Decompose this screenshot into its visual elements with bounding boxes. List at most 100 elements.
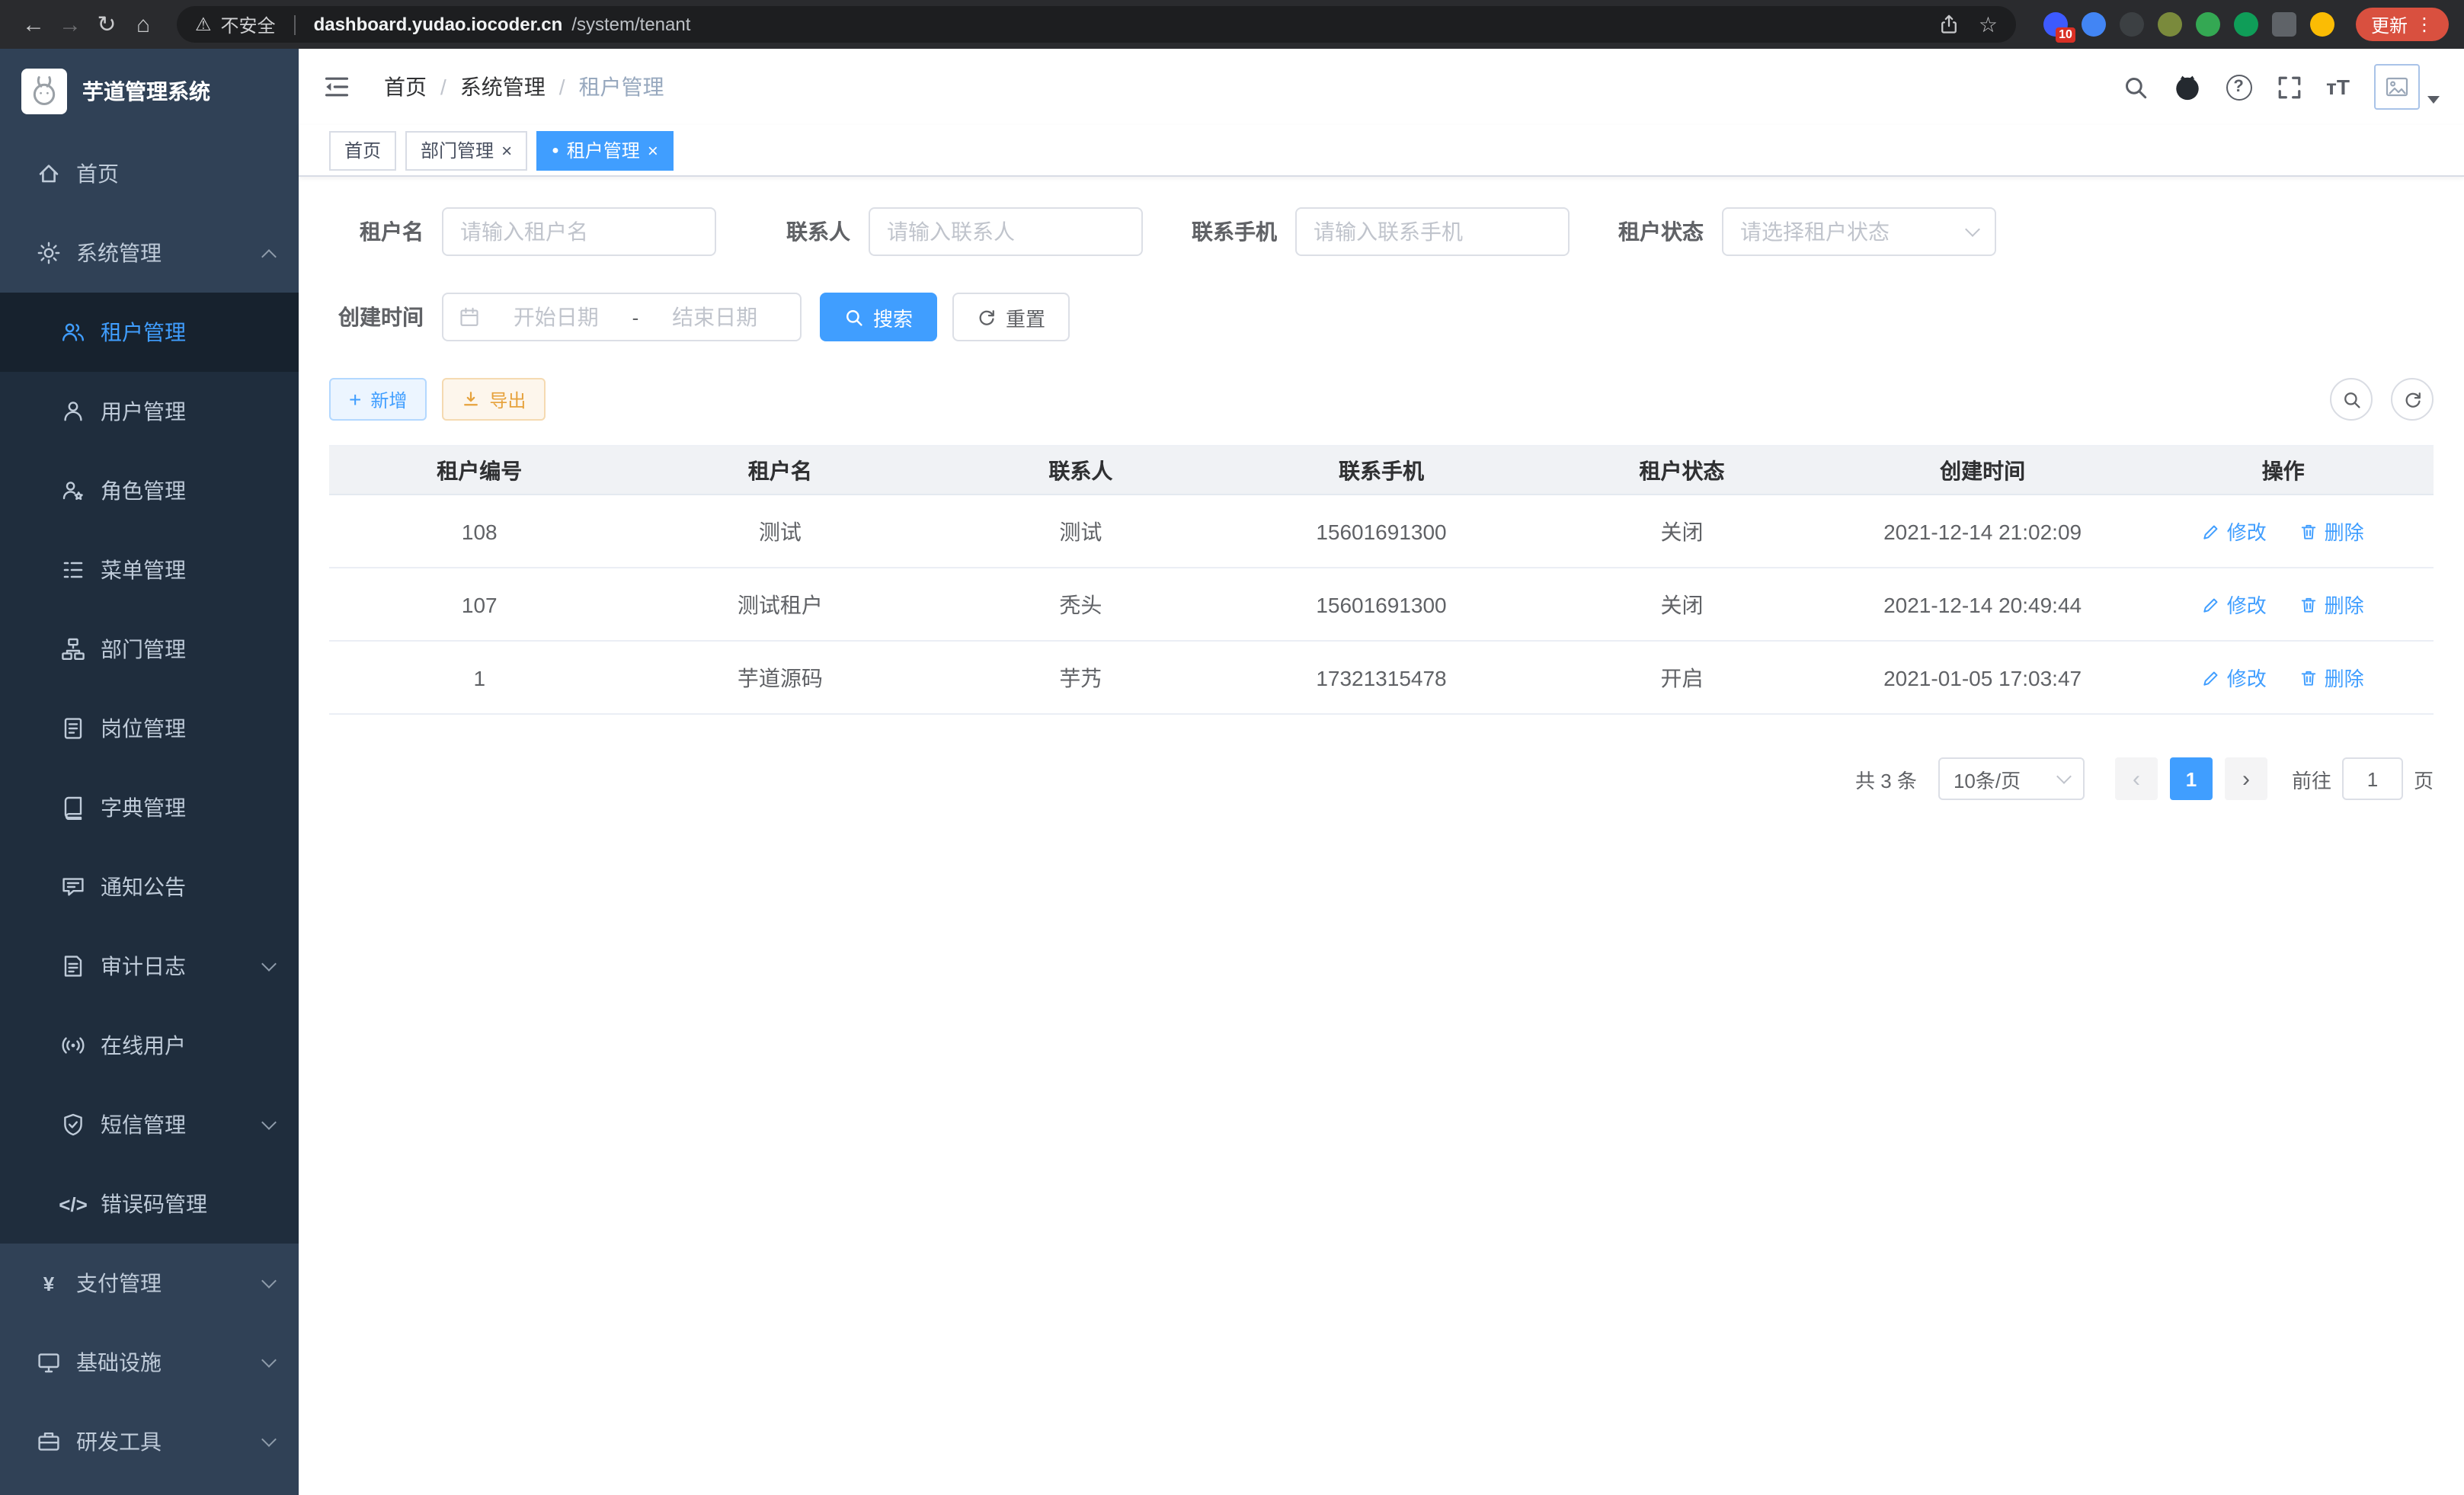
tenant-table: 租户编号 租户名 联系人 联系手机 租户状态 创建时间 操作 108 测试 <box>329 445 2434 715</box>
collapse-sidebar-icon[interactable] <box>323 73 350 101</box>
font-size-icon[interactable]: тT <box>2326 75 2350 99</box>
sidebar-item-role-management[interactable]: 角色管理 <box>0 451 299 530</box>
search-button[interactable]: 搜索 <box>820 293 937 341</box>
edit-link[interactable]: 修改 <box>2203 517 2267 546</box>
delete-link[interactable]: 删除 <box>2300 590 2364 619</box>
breadcrumb-separator: / <box>559 75 565 99</box>
extension-icon-5[interactable] <box>2196 12 2220 37</box>
sidebar-item-menu-management[interactable]: 菜单管理 <box>0 530 299 610</box>
divider <box>294 14 296 34</box>
next-page-button[interactable]: › <box>2225 757 2267 800</box>
help-icon[interactable]: ? <box>2226 74 2251 100</box>
search-icon[interactable] <box>2122 74 2148 100</box>
browser-home-icon[interactable]: ⌂ <box>125 11 162 37</box>
security-label[interactable]: 不安全 <box>221 11 276 37</box>
fullscreen-icon[interactable] <box>2276 74 2302 100</box>
cell-created: 2021-12-14 21:02:09 <box>1832 495 2133 568</box>
date-range-picker[interactable]: 开始日期 - 结束日期 <box>442 293 802 341</box>
cell-phone: 15601691300 <box>1231 495 1532 568</box>
cell-tenant-id: 1 <box>329 641 630 714</box>
toolbar-right <box>2330 378 2434 421</box>
sidebar-item-department-management[interactable]: 部门管理 <box>0 610 299 689</box>
button-label: 新增 <box>370 386 407 412</box>
user-menu[interactable] <box>2374 64 2440 110</box>
sidebar-item-infrastructure[interactable]: 基础设施 <box>0 1323 299 1402</box>
edit-link[interactable]: 修改 <box>2203 590 2267 619</box>
extension-icon-8[interactable] <box>2310 12 2334 37</box>
cell-status: 关闭 <box>1531 568 1832 641</box>
sidebar-item-post-management[interactable]: 岗位管理 <box>0 689 299 768</box>
add-button[interactable]: + 新增 <box>329 378 427 421</box>
delete-link[interactable]: 删除 <box>2300 663 2364 692</box>
tenant-name-input[interactable] <box>442 207 716 256</box>
close-icon[interactable]: × <box>648 141 658 159</box>
github-icon[interactable] <box>2172 72 2201 101</box>
date-separator: - <box>632 306 639 328</box>
extension-icon-4[interactable] <box>2158 12 2182 37</box>
filter-status: 租户状态 请选择租户状态 <box>1609 207 1996 256</box>
export-button[interactable]: 导出 <box>442 378 546 421</box>
sidebar-item-tenant-management[interactable]: 租户管理 <box>0 293 299 372</box>
toggle-search-button[interactable] <box>2330 378 2373 421</box>
logo-image <box>21 69 67 114</box>
bookmark-star-icon[interactable]: ☆ <box>1979 11 1998 37</box>
sidebar-item-error-code-management[interactable]: </> 错误码管理 <box>0 1164 299 1244</box>
gear-icon <box>37 241 61 265</box>
top-navbar: 首页 / 系统管理 / 租户管理 ? <box>299 49 2464 125</box>
sidebar-item-dev-tools[interactable]: 研发工具 <box>0 1402 299 1481</box>
extension-icon-3[interactable] <box>2120 12 2144 37</box>
breadcrumb-home[interactable]: 首页 <box>384 72 427 102</box>
sidebar-item-online-users[interactable]: 在线用户 <box>0 1006 299 1085</box>
tab-tenant-management[interactable]: ● 租户管理 × <box>536 130 674 170</box>
delete-link[interactable]: 删除 <box>2300 517 2364 546</box>
forward-icon[interactable]: → <box>52 11 88 37</box>
sidebar-item-home[interactable]: 首页 <box>0 134 299 213</box>
close-icon[interactable]: × <box>501 141 512 159</box>
sidebar-item-dict-management[interactable]: 字典管理 <box>0 768 299 847</box>
browser-update-button[interactable]: 更新 ⋮ <box>2356 8 2449 41</box>
link-label: 修改 <box>2227 590 2267 619</box>
extensions-row: 10 <box>2043 12 2334 37</box>
app-logo[interactable]: 芋道管理系统 <box>0 49 299 134</box>
sidebar-item-payment-management[interactable]: ¥ 支付管理 <box>0 1244 299 1323</box>
extension-icon-2[interactable] <box>2082 12 2106 37</box>
puzzle-extension-icon[interactable] <box>2272 12 2296 37</box>
breadcrumb-system[interactable]: 系统管理 <box>460 72 546 102</box>
sidebar-item-label: 用户管理 <box>101 396 186 427</box>
status-select[interactable]: 请选择租户状态 <box>1722 207 1996 256</box>
sidebar-item-notice[interactable]: 通知公告 <box>0 847 299 927</box>
prev-page-button[interactable]: ‹ <box>2115 757 2158 800</box>
col-tenant-name: 租户名 <box>630 446 931 495</box>
cell-tenant-id: 108 <box>329 495 630 568</box>
select-placeholder: 请选择租户状态 <box>1740 216 1890 247</box>
reload-icon[interactable]: ↻ <box>88 11 125 38</box>
sidebar-item-audit-log[interactable]: 审计日志 <box>0 927 299 1006</box>
tab-home[interactable]: 首页 <box>329 130 396 170</box>
extension-icon-6[interactable] <box>2234 12 2258 37</box>
sidebar-item-sms-management[interactable]: 短信管理 <box>0 1085 299 1164</box>
field-label: 联系人 <box>756 216 850 247</box>
back-icon[interactable]: ← <box>15 11 52 37</box>
cell-tenant-name: 芋道源码 <box>630 641 931 714</box>
page-1-button[interactable]: 1 <box>2170 757 2213 800</box>
filter-create-time: 创建时间 开始日期 - 结束日期 <box>329 293 802 341</box>
col-actions: 操作 <box>2133 446 2434 495</box>
page-size-select[interactable]: 10条/页 <box>1938 757 2085 800</box>
reset-button[interactable]: 重置 <box>952 293 1070 341</box>
tab-department-management[interactable]: 部门管理 × <box>405 130 527 170</box>
share-icon[interactable] <box>1939 14 1960 35</box>
refresh-button[interactable] <box>2391 378 2434 421</box>
menu-list-icon <box>61 558 85 582</box>
url-domain: dashboard.yudao.iocoder.cn <box>314 14 563 35</box>
phone-input[interactable] <box>1295 207 1570 256</box>
sidebar-item-user-management[interactable]: 用户管理 <box>0 372 299 451</box>
breadcrumb: 首页 / 系统管理 / 租户管理 <box>384 72 664 102</box>
goto-page-input[interactable] <box>2342 757 2403 800</box>
edit-link[interactable]: 修改 <box>2203 663 2267 692</box>
contact-input[interactable] <box>869 207 1143 256</box>
extension-icon-1[interactable]: 10 <box>2043 12 2068 37</box>
address-bar[interactable]: ⚠ 不安全 dashboard.yudao.iocoder.cn /system… <box>177 6 2016 43</box>
chevron-down-icon <box>261 1432 277 1447</box>
extension-badge: 10 <box>2056 27 2075 43</box>
sidebar-item-system-management[interactable]: 系统管理 <box>0 213 299 293</box>
